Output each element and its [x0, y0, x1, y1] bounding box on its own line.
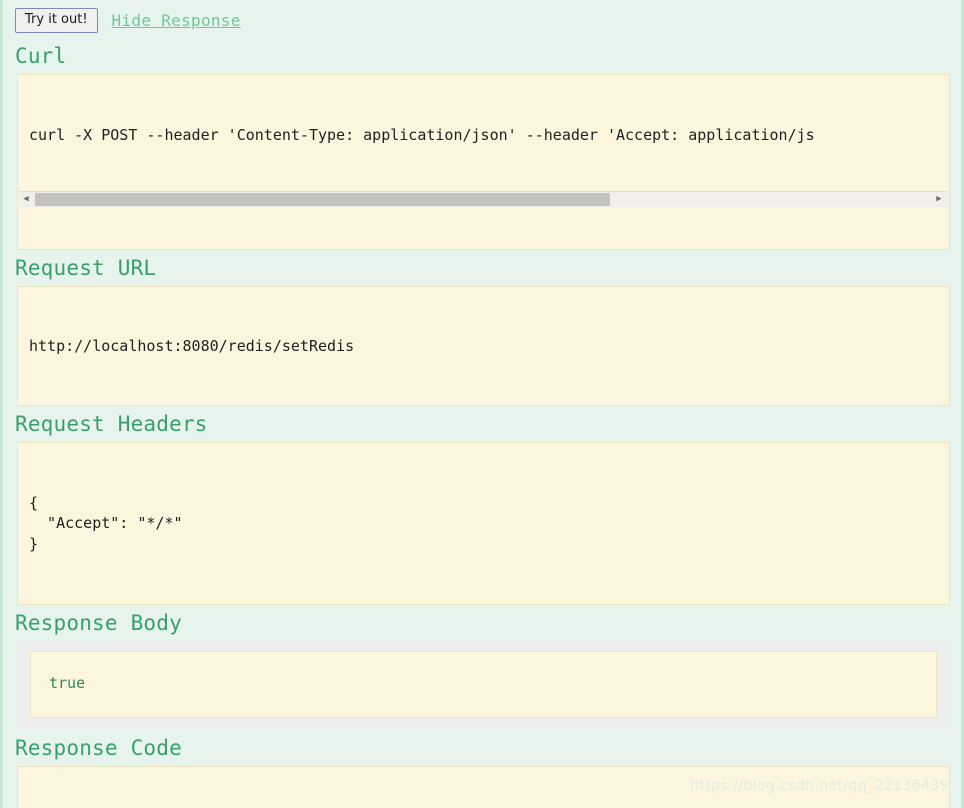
request-headers-block: { "Accept": "*/*" } [17, 442, 950, 605]
response-body-text: true [49, 673, 86, 692]
scroll-right-arrow-icon[interactable]: ▶ [932, 192, 946, 208]
scroll-left-arrow-icon[interactable]: ◀ [19, 192, 33, 208]
scrollbar-thumb[interactable] [35, 193, 610, 207]
response-code-block: 200 [17, 766, 950, 808]
curl-section-title: Curl [15, 44, 67, 68]
request-headers-section-title: Request Headers [15, 412, 208, 437]
response-body-wrapper: true [17, 640, 950, 731]
action-row: Try it out! Hide Response [3, 0, 961, 38]
response-body-section-title: Response Body [15, 610, 182, 635]
curl-command-block: curl -X POST --header 'Content-Type: app… [17, 74, 950, 250]
response-code-section-title: Response Code [15, 736, 182, 761]
response-body-block: true [30, 650, 937, 719]
curl-command-text: curl -X POST --header 'Content-Type: app… [29, 126, 815, 145]
swagger-operation-panel: Try it out! Hide Response Curl curl -X P… [0, 0, 964, 808]
hide-response-link[interactable]: Hide Response [112, 8, 241, 30]
request-url-text: http://localhost:8080/redis/setRedis [29, 336, 355, 355]
request-url-section-title: Request URL [15, 255, 157, 280]
request-url-block: http://localhost:8080/redis/setRedis [17, 285, 950, 407]
try-it-out-button[interactable]: Try it out! [15, 8, 98, 34]
curl-horizontal-scrollbar[interactable]: ◀ ▶ [19, 191, 948, 208]
request-headers-text: { "Accept": "*/*" } [29, 494, 183, 553]
